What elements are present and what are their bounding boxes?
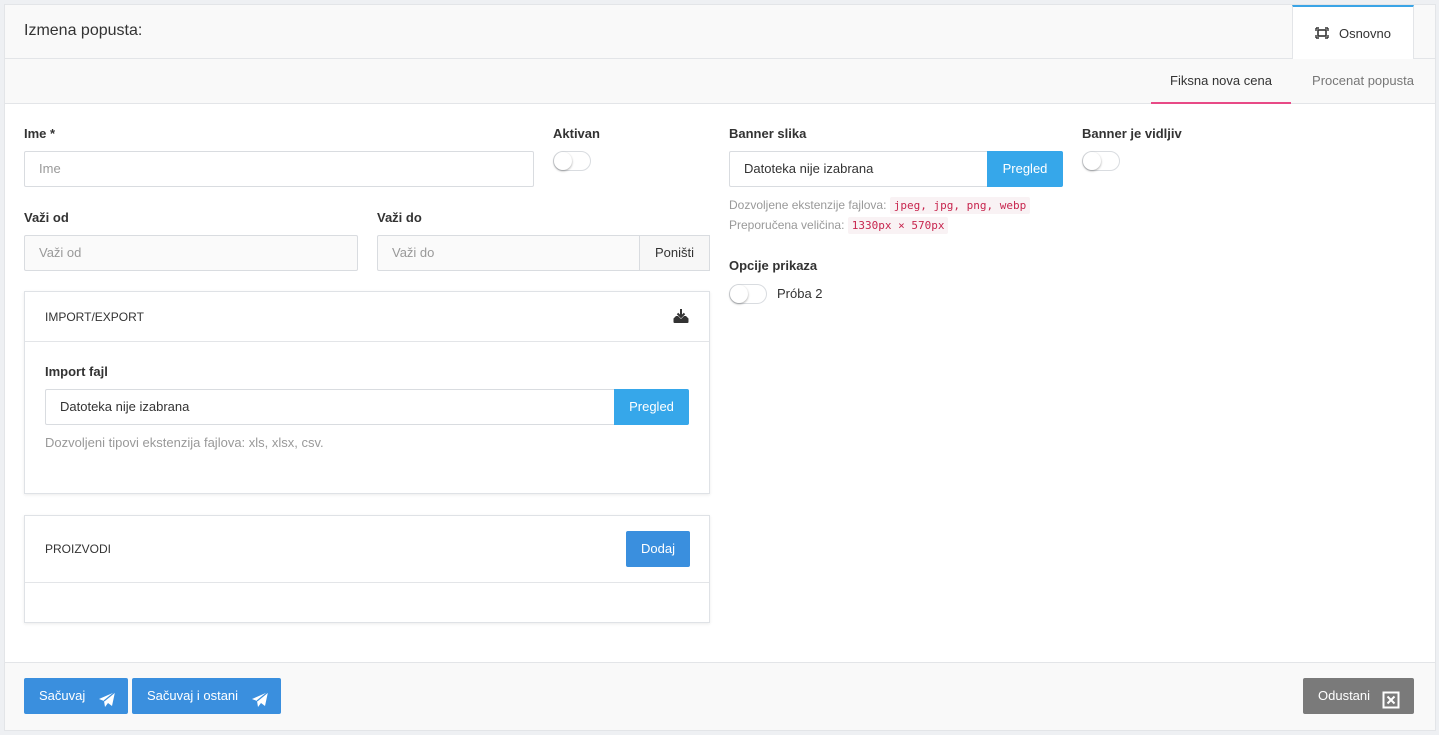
tab-osnovno-label: Osnovno <box>1338 25 1392 41</box>
reset-date-button[interactable]: Poništi <box>640 235 710 271</box>
save-and-stay-button[interactable]: Sačuvaj i ostani <box>132 678 281 714</box>
banner-size-help: Preporučena veličina: 1330px × 570px <box>729 217 949 234</box>
tab-fiksna-nova-cena[interactable]: Fiksna nova cena <box>1151 59 1291 104</box>
cancel-button[interactable]: Odustani <box>1303 678 1414 714</box>
display-option-toggle[interactable] <box>729 284 767 304</box>
save-button-label: Sačuvaj <box>39 688 86 703</box>
banner-label: Banner slika <box>729 126 807 141</box>
products-panel: PROIZVODI Dodaj <box>24 515 710 623</box>
active-label: Aktivan <box>553 126 600 141</box>
display-options-label: Opcije prikaza <box>729 258 818 273</box>
active-toggle[interactable] <box>553 151 591 171</box>
tab-osnovno[interactable]: Osnovno <box>1292 5 1414 59</box>
products-title: PROIZVODI <box>45 542 112 556</box>
subtabs: Fiksna nova cena Procenat popusta <box>5 59 1435 104</box>
form-footer: Sačuvaj Sačuvaj i ostani Odustani <box>5 662 1435 730</box>
banner-visible-toggle[interactable] <box>1082 151 1120 171</box>
banner-visible-label: Banner je vidljiv <box>1082 126 1182 141</box>
page-title: Izmena popusta: <box>24 22 143 39</box>
name-label: Ime * <box>24 126 56 141</box>
paper-plane-icon <box>251 687 269 707</box>
import-browse-button[interactable]: Pregled <box>614 389 689 425</box>
add-product-button[interactable]: Dodaj <box>626 531 690 567</box>
valid-from-input[interactable]: Važi od <box>24 235 358 271</box>
import-file-label: Import fajl <box>45 364 108 379</box>
paper-plane-icon <box>98 687 116 707</box>
cancel-button-label: Odustani <box>1318 688 1371 703</box>
banner-ext-label: Dozvoljene ekstenzije fajlova: <box>729 198 887 212</box>
display-option-label: Próba 2 <box>777 286 823 301</box>
card-header: Izmena popusta: Osnovno <box>5 5 1435 59</box>
valid-to-input[interactable]: Važi do <box>377 235 640 271</box>
valid-from-label: Važi od <box>24 210 69 225</box>
products-header: PROIZVODI Dodaj <box>25 516 709 583</box>
banner-extensions-help: Dozvoljene ekstenzije fajlova: jpeg, jpg… <box>729 197 1031 214</box>
import-export-title: IMPORT/EXPORT <box>45 310 144 324</box>
name-input[interactable]: Ime <box>24 151 534 187</box>
import-help-text: Dozvoljeni tipovi ekstenzija fajlova: xl… <box>45 435 324 450</box>
banner-ext-value: jpeg, jpg, png, webp <box>889 197 1031 214</box>
banner-size-value: 1330px × 570px <box>847 217 949 234</box>
banner-size-label: Preporučena veličina: <box>729 218 845 232</box>
valid-to-label: Važi do <box>377 210 422 225</box>
import-file-input[interactable]: Datoteka nije izabrana <box>45 389 615 425</box>
discount-edit-card: Izmena popusta: Osnovno Fiksna nova cena… <box>4 4 1436 731</box>
banner-file-input[interactable]: Datoteka nije izabrana <box>729 151 988 187</box>
tab-procenat-popusta[interactable]: Procenat popusta <box>1301 59 1425 104</box>
expand-icon <box>1315 27 1329 39</box>
save-button[interactable]: Sačuvaj <box>24 678 128 714</box>
save-and-stay-label: Sačuvaj i ostani <box>147 688 239 703</box>
import-export-header: IMPORT/EXPORT <box>25 292 709 342</box>
close-box-icon <box>1382 687 1400 709</box>
banner-browse-button[interactable]: Pregled <box>987 151 1063 187</box>
import-export-panel: IMPORT/EXPORT Import fajl Datoteka nije … <box>24 291 710 494</box>
download-icon[interactable] <box>672 308 690 326</box>
